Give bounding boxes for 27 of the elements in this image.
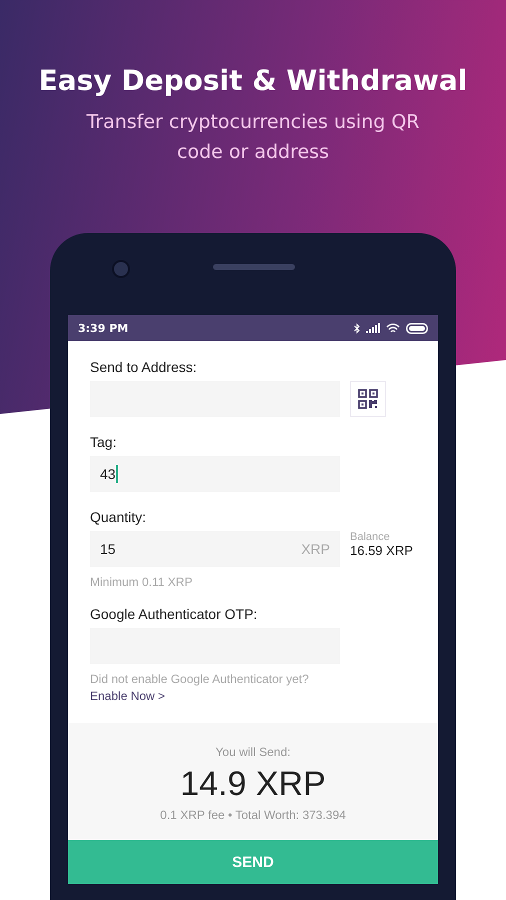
tag-field[interactable]: 43 [90, 456, 340, 492]
summary-label: You will Send: [216, 745, 290, 759]
field-label: Google Authenticator OTP: [90, 606, 258, 622]
tag-value: 43 [100, 466, 116, 482]
signal-icon [366, 323, 380, 333]
quantity-field[interactable]: 15 XRP [90, 531, 340, 567]
balance-value: 16.59 XRP [350, 543, 413, 558]
fee-details: 0.1 XRP fee • Total Worth: 373.394 [160, 808, 346, 822]
status-time: 3:39 PM [78, 322, 128, 334]
field-label: Send to Address: [90, 359, 198, 375]
headline-title: Easy Deposit & Withdrawal [38, 64, 468, 97]
camera-icon [112, 260, 130, 278]
field-label: Quantity: [90, 509, 148, 525]
qr-code-icon [358, 389, 378, 409]
otp-hint: Did not enable Google Authenticator yet? [90, 672, 310, 686]
qr-scan-button[interactable] [350, 381, 386, 417]
battery-icon [406, 322, 428, 334]
headline-subtitle: Transfer cryptocurrencies using QR code or address [85, 110, 421, 165]
unit-label: XRP [301, 541, 330, 557]
field-label: Tag: [90, 434, 118, 450]
balance-label: Balance [350, 531, 391, 543]
send-amount: 14.9 XRP [180, 765, 326, 804]
wifi-icon [386, 322, 400, 334]
quantity-value: 15 [100, 541, 117, 557]
enable-now-link[interactable]: Enable Now > [90, 689, 166, 703]
bluetooth-icon [354, 322, 360, 334]
minimum-hint: Minimum 0.11 XRP [90, 575, 194, 589]
